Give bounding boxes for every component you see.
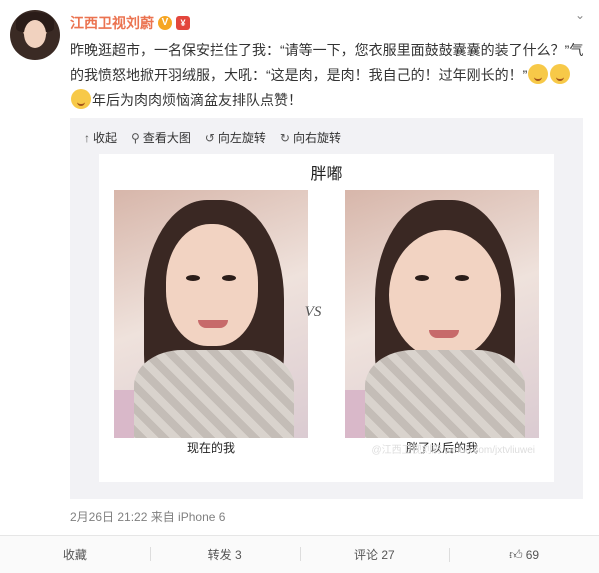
like-count: 69 [525,547,540,562]
photo-eye [222,275,236,281]
photo-before: 现在的我 [114,190,308,458]
avatar-face [24,20,46,48]
photo-eye [186,275,200,281]
post-text: 昨晚逛超市，一名保安拦住了我：“请等一下，您衣服里面鼓鼓囊囊的装了什么？”气 的… [70,38,590,113]
favorite-label: 收藏 [62,548,87,562]
chevron-down-icon[interactable]: ⌄ [573,8,587,22]
post-meta[interactable]: 2月26日 21:22 来自 iPhone 6 [70,508,225,525]
vip-badge-icon[interactable]: ¥ [176,16,190,30]
post-text-line-3-content: 年后为肉肉烦恼滴盆友排队点赞！ [92,92,302,108]
view-large-button[interactable]: ⚲ 查看大图 [131,129,191,146]
laughing-face-icon [528,64,549,84]
rotate-left-label: 向左旋转 [217,131,266,145]
comment-button[interactable]: 评论 27 [299,546,450,563]
media-box: ↑ 收起 ⚲ 查看大图 ↺ 向左旋转 ↻ 向右旋转 胖嘟 现在的我 VS 胖了以… [70,118,583,499]
view-large-label: 查看大图 [142,131,191,145]
photo-mouth [198,320,228,328]
like-button[interactable]: 👍︎ 69 [449,547,599,563]
collapse-button[interactable]: ↑ 收起 [84,129,117,146]
photo-mouth [429,330,459,338]
rotate-right-icon: ↻ [279,130,290,145]
laughing-face-icon [71,89,91,109]
avatar[interactable] [10,10,60,60]
post-text-line-2: 的我愤怒地掀开羽绒服，大吼：“这是肉，是肉！我自己的！过年刚长的！” [70,63,590,88]
repost-button[interactable]: 转发 3 [149,546,300,563]
comment-label: 评论 27 [354,548,395,562]
rotate-left-button[interactable]: ↺ 向左旋转 [205,129,266,146]
watermark: @江西卫视刘蔚 weibo.com/jxtvliuwei [371,445,535,456]
rotate-right-label: 向右旋转 [292,131,341,145]
vs-label: VS [304,304,322,320]
favorite-button[interactable]: 收藏 [0,546,150,563]
rotate-left-icon: ↺ [204,130,215,145]
photo-eye [455,275,469,281]
post-text-line-1: 昨晚逛超市，一名保安拦住了我：“请等一下，您衣服里面鼓鼓囊囊的装了什么？”气 [70,42,584,58]
repost-label: 转发 3 [207,548,242,562]
post-text-line-2-content: 的我愤怒地掀开羽绒服，大吼：“这是肉，是肉！我自己的！过年刚长的！” [70,67,528,83]
thumbs-up-icon: 👍︎ [509,546,523,562]
collapse-label: 收起 [93,131,118,145]
post-image[interactable]: 胖嘟 现在的我 VS 胖了以后的我 @江西卫视刘蔚 weibo.com/jxtv… [99,154,554,482]
image-toolbar: ↑ 收起 ⚲ 查看大图 ↺ 向左旋转 ↻ 向右旋转 [84,129,341,146]
post-text-line-3: 年后为肉肉烦恼滴盆友排队点赞！ [70,88,590,113]
action-bar: 收藏 转发 3 评论 27 👍︎ 69 [0,535,599,573]
photo-face [389,230,501,360]
weibo-post-card: 江西卫视刘蔚 V ¥ ⌄ 昨晚逛超市，一名保安拦住了我：“请等一下，您衣服里面鼓… [0,0,599,573]
author-row: 江西卫视刘蔚 V ¥ [70,13,190,33]
photo-caption-before: 现在的我 [114,438,308,458]
photo-eye [415,275,429,281]
verified-badge-icon[interactable]: V [158,16,172,30]
arrow-up-icon: ↑ [84,130,90,145]
image-title: 胖嘟 [310,166,343,183]
magnifier-icon: ⚲ [131,130,140,145]
rotate-right-button[interactable]: ↻ 向右旋转 [280,129,341,146]
username-link[interactable]: 江西卫视刘蔚 [70,13,154,33]
photo-after: 胖了以后的我 @江西卫视刘蔚 weibo.com/jxtvliuwei [345,190,539,458]
laughing-face-icon [550,64,571,84]
